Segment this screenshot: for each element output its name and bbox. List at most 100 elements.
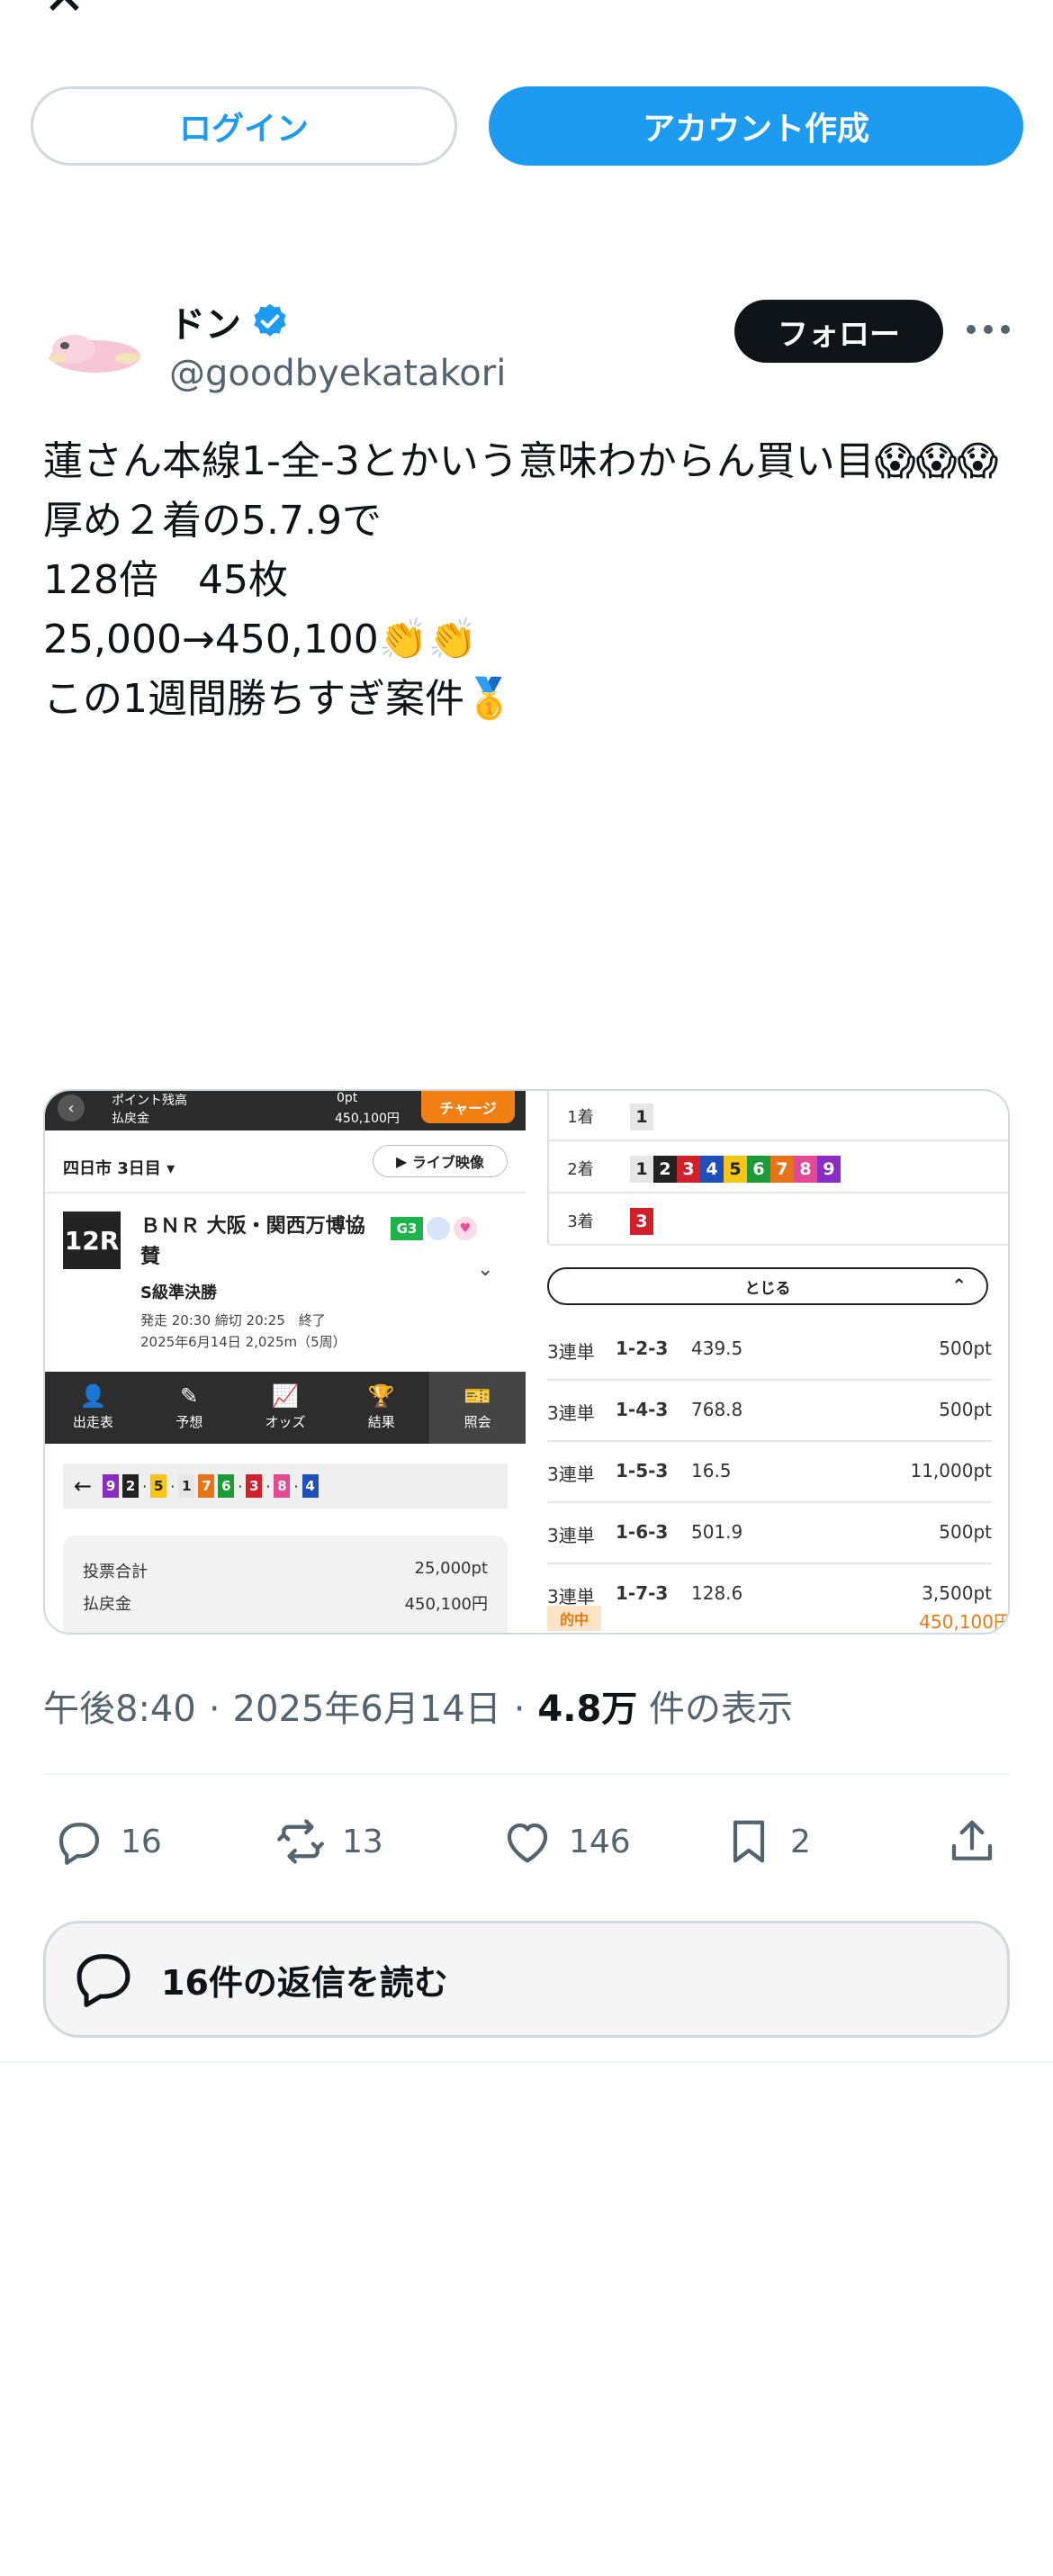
- race-name: ＢＮＲ 大阪・関西万博協賛: [140, 1215, 365, 1268]
- result-row: 3連単 1-4-3 768.8 500pt: [547, 1381, 992, 1442]
- user-handle[interactable]: @goodbyekatakori: [169, 353, 506, 394]
- bike-number-chip: 6: [218, 1474, 235, 1498]
- bike-number-chip: 5: [150, 1474, 167, 1498]
- follow-button[interactable]: フォロー: [734, 300, 943, 363]
- bike-number-chip: 9: [103, 1474, 120, 1498]
- payout-total-label: 払戻金: [83, 1595, 131, 1614]
- finish-row: 3着 3: [549, 1195, 1008, 1246]
- venue-label: 四日市 3日目 ▾: [63, 1159, 176, 1178]
- media-left-pane: ‹ ポイント残高 払戻金 0pt 450,100円 チャージ 四日市 3日目 ▾…: [45, 1091, 526, 1633]
- chevron-down-icon: ⌄: [477, 1258, 494, 1281]
- balance-label: ポイント残高: [112, 1094, 187, 1108]
- pick-separator: ·: [293, 1477, 299, 1495]
- tab-results: 🏆 結果: [367, 1383, 395, 1430]
- bike-number-chip: 4: [302, 1474, 319, 1498]
- night-badge-icon: [427, 1217, 450, 1240]
- meta-separator: ·: [513, 1689, 526, 1730]
- reply-count: 16: [121, 1823, 162, 1860]
- result-row: 3連単 1-6-3 501.9 500pt: [547, 1503, 992, 1564]
- close-icon[interactable]: ✕: [43, 0, 86, 23]
- tweet-meta: 午後8:40 · 2025年6月14日 · 4.8万 件の表示: [43, 1680, 793, 1732]
- like-count: 146: [569, 1823, 631, 1860]
- bike-number-chip: 1: [630, 1103, 653, 1130]
- user-name-row[interactable]: ドン: [169, 295, 290, 347]
- bike-number-chip: 9: [817, 1156, 841, 1183]
- reply-icon: [58, 1823, 100, 1865]
- read-replies-label: 16件の返信を読む: [161, 1962, 448, 2003]
- chevron-up-icon: ⌃: [951, 1274, 967, 1296]
- bookmark-icon: [733, 1820, 765, 1863]
- verified-badge-icon: [254, 303, 286, 337]
- bike-number-chip: 6: [747, 1156, 770, 1183]
- race-grade: S級準決勝: [140, 1283, 217, 1302]
- race-date: 2025年6月14日 2,025m（5周）: [140, 1334, 346, 1350]
- reply-button[interactable]: 16: [52, 1806, 162, 1878]
- tweet-actions: 16 13 146 2: [43, 1806, 1010, 1878]
- finish-row: 1着 1: [549, 1091, 1008, 1141]
- result-row: 3連単 1-5-3 16.5 11,000pt: [547, 1442, 992, 1503]
- pick-separator: ·: [266, 1477, 271, 1495]
- heart-icon: [507, 1823, 548, 1863]
- pick-separator: ·: [170, 1477, 176, 1495]
- bike-number-chip: 2: [122, 1474, 140, 1498]
- signup-button[interactable]: アカウント作成: [489, 86, 1023, 166]
- bike-number-chip: 5: [724, 1156, 747, 1183]
- media-right-pane: 1着 1 2着 123456789 3着 3 とじる ⌃ 3連単 1-2-3 439…: [547, 1091, 1010, 1633]
- heart-badge-icon: ♥: [454, 1217, 477, 1240]
- login-button[interactable]: ログイン: [31, 86, 457, 166]
- share-icon: [951, 1820, 993, 1860]
- tweet-line: 128倍 45枚: [43, 557, 288, 603]
- hit-amount: 450,100円: [919, 1611, 1010, 1633]
- live-video-button: ▶ ライブ映像: [373, 1145, 508, 1177]
- bookmark-count: 2: [790, 1823, 811, 1860]
- pick-order-strip: ← 9 2 · 5 · 1 7 6 · 3 · 8 · 4: [63, 1464, 508, 1509]
- balance-value: 0pt: [337, 1091, 358, 1105]
- tab-forecast: ✎ 予想: [176, 1383, 203, 1430]
- tweet-line: 25,000→450,100👏👏: [43, 617, 478, 662]
- grade-badge: G3: [391, 1217, 423, 1240]
- bike-number-chip: 1: [630, 1156, 653, 1183]
- pick-separator: ·: [142, 1477, 148, 1495]
- result-row: 3連単 1-2-3 439.5 500pt: [547, 1320, 992, 1381]
- total-bet-label: 投票合計: [83, 1563, 148, 1581]
- bike-number-chip: 8: [794, 1156, 817, 1183]
- user-name[interactable]: ドン: [169, 295, 241, 347]
- like-button[interactable]: 146: [500, 1806, 631, 1878]
- bike-number-chip: 2: [653, 1156, 677, 1183]
- bike-number-chip: 4: [700, 1156, 724, 1183]
- race-number: 12R: [63, 1211, 121, 1269]
- arrow-left-icon: ←: [74, 1473, 93, 1499]
- tweet-line: 厚め２着の5.7.9で: [43, 498, 382, 544]
- view-count: 4.8万: [537, 1689, 638, 1730]
- tweet-media-image[interactable]: ‹ ポイント残高 払戻金 0pt 450,100円 チャージ 四日市 3日目 ▾…: [43, 1089, 1010, 1635]
- retweet-button[interactable]: 13: [274, 1806, 383, 1878]
- retweet-count: 13: [342, 1823, 383, 1860]
- pick-separator: ·: [238, 1477, 243, 1495]
- tab-odds: 📈 オッズ: [265, 1383, 306, 1430]
- totals-box: 投票合計 25,000pt 払戻金 450,100円: [63, 1536, 508, 1633]
- bike-number-chip: 1: [178, 1474, 195, 1498]
- tweet-date[interactable]: 2025年6月14日: [233, 1680, 501, 1732]
- view-label: 件の表示: [649, 1689, 793, 1730]
- avatar[interactable]: [41, 313, 146, 385]
- bike-number-chip: 7: [770, 1156, 794, 1183]
- bookmark-button[interactable]: 2: [722, 1806, 811, 1878]
- read-replies-button[interactable]: 16件の返信を読む: [43, 1921, 1010, 2038]
- charge-button: チャージ: [421, 1091, 515, 1123]
- finish-row: 2着 123456789: [549, 1143, 1008, 1193]
- close-results-button: とじる ⌃: [547, 1267, 988, 1305]
- payout-total-value: 450,100円: [404, 1595, 488, 1614]
- reply-icon: [76, 1954, 130, 2008]
- meta-separator: ·: [208, 1689, 220, 1730]
- share-button[interactable]: [945, 1806, 999, 1878]
- retweet-icon: [277, 1819, 324, 1864]
- race-tabbar: 👤 出走表 ✎ 予想 📈 オッズ 🏆 結果 🎫 照会: [45, 1372, 526, 1444]
- total-bet-value: 25,000pt: [414, 1559, 488, 1578]
- more-options-icon[interactable]: [967, 311, 1010, 347]
- bike-number-chip: 3: [677, 1156, 700, 1183]
- bike-number-chip: 3: [630, 1208, 653, 1235]
- tab-entries: 👤 出走表: [72, 1383, 113, 1430]
- tweet-time[interactable]: 午後8:40: [43, 1680, 196, 1732]
- payout-label: 払戻金: [112, 1112, 149, 1126]
- bike-number-chip: 7: [198, 1474, 215, 1498]
